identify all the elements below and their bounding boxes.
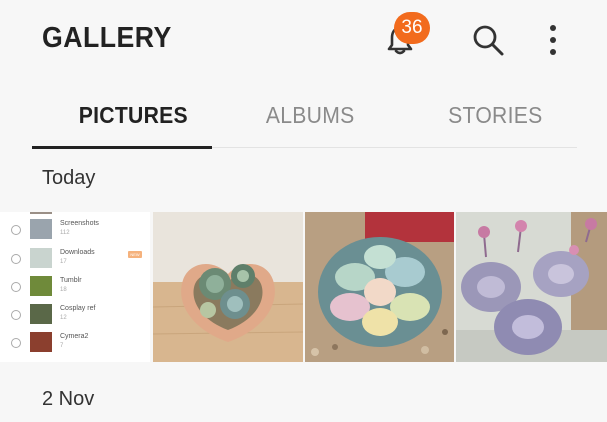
app-title: GALLERY: [42, 22, 172, 54]
photo-grid: Screenshots 112 Downloads 17 NEW Tumblr …: [0, 212, 607, 362]
active-tab-indicator: [32, 146, 212, 149]
more-vertical-icon: [550, 25, 556, 55]
section-header-2-nov: 2 Nov: [42, 388, 95, 410]
partial-album-thumb: [30, 212, 52, 214]
album-count: 17: [60, 259, 67, 265]
search-icon: [473, 25, 504, 56]
album-name: Downloads: [60, 249, 95, 256]
tab-stories[interactable]: STORIES: [448, 102, 542, 129]
photo-thumbnail-heart-pot-succulents[interactable]: [153, 212, 303, 362]
search-button[interactable]: [468, 18, 508, 62]
album-name: Screenshots: [60, 220, 99, 227]
radio-icon: [11, 225, 21, 235]
album-count: 18: [60, 287, 67, 293]
radio-icon: [11, 338, 21, 348]
album-thumbnail: [30, 304, 52, 324]
album-count: 7: [60, 343, 64, 349]
succulent-photo: [456, 212, 607, 362]
album-count: 12: [60, 315, 67, 321]
album-name: Cymera2: [60, 333, 89, 340]
photo-thumbnail-purple-succulents[interactable]: [456, 212, 607, 362]
album-list-item: Tumblr 18: [0, 274, 150, 300]
album-thumbnail: [30, 219, 52, 239]
new-badge: NEW: [128, 251, 142, 258]
album-thumbnail: [30, 332, 52, 352]
album-name: Tumblr: [60, 277, 82, 284]
album-name: Cosplay ref: [60, 305, 96, 312]
tab-bar: PICTURES ALBUMS STORIES: [0, 90, 607, 150]
tab-albums[interactable]: ALBUMS: [266, 102, 355, 129]
album-list-item: Cymera2 7: [0, 330, 150, 356]
tab-divider: [212, 147, 577, 148]
radio-icon: [11, 310, 21, 320]
app-bar: GALLERY 36: [0, 0, 607, 84]
radio-icon: [11, 254, 21, 264]
notification-badge: 36: [394, 12, 430, 44]
album-list-item: Screenshots 112: [0, 217, 150, 243]
album-list-item: Downloads 17 NEW: [0, 246, 150, 272]
album-thumbnail: [30, 276, 52, 296]
radio-icon: [11, 282, 21, 292]
tab-pictures[interactable]: PICTURES: [79, 102, 188, 129]
album-list-item: Cosplay ref 12: [0, 302, 150, 328]
album-thumbnail: [30, 248, 52, 268]
photo-thumbnail-screenshot[interactable]: Screenshots 112 Downloads 17 NEW Tumblr …: [0, 212, 150, 362]
succulent-photo: [305, 212, 454, 362]
succulent-photo: [153, 212, 303, 362]
photo-thumbnail-pastel-succulent[interactable]: [305, 212, 454, 362]
section-header-today: Today: [42, 167, 96, 189]
more-options-button[interactable]: [533, 18, 573, 62]
album-count: 112: [60, 230, 70, 236]
